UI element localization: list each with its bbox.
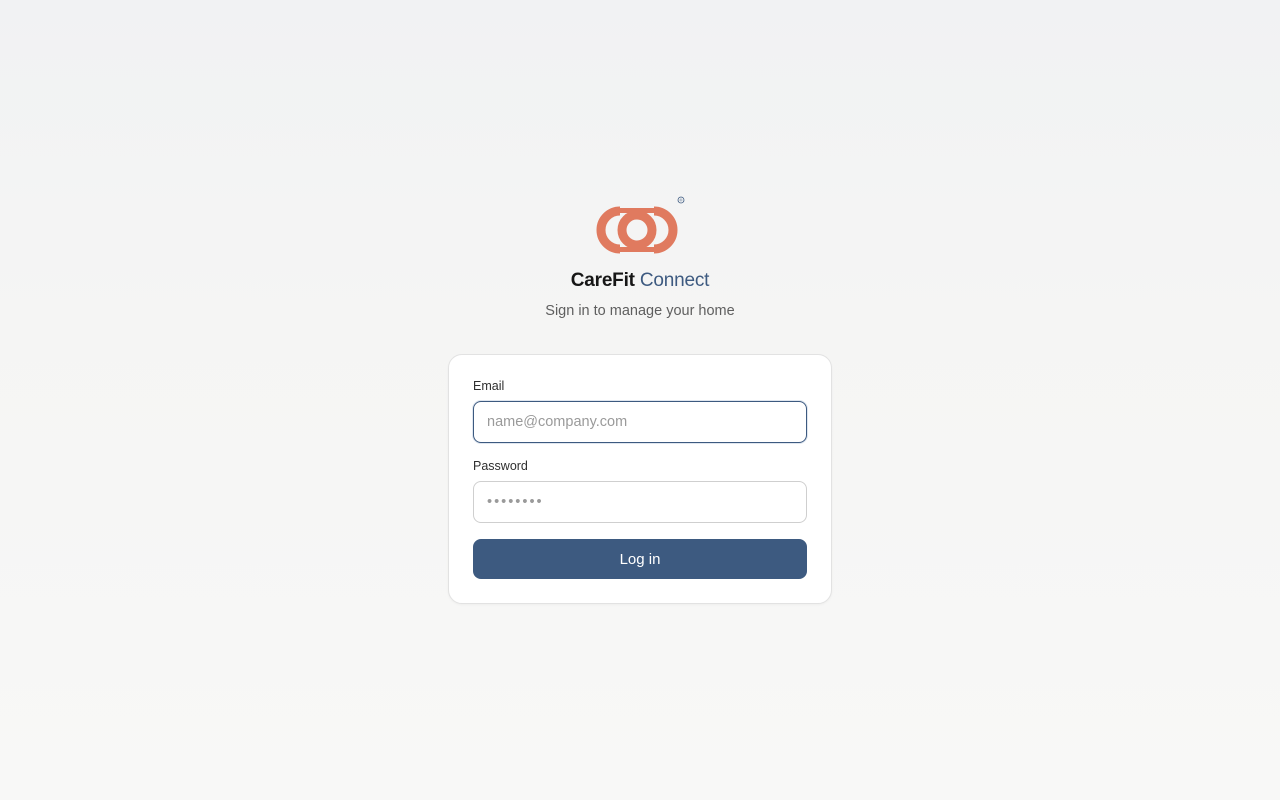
registered-mark: ® — [680, 198, 683, 203]
page-subtitle: Sign in to manage your home — [545, 303, 735, 319]
carefit-logo-icon: ® — [596, 196, 685, 254]
login-button[interactable]: Log in — [473, 539, 807, 579]
email-field[interactable] — [473, 401, 807, 443]
password-field[interactable] — [473, 481, 807, 523]
email-label: Email — [473, 379, 505, 393]
password-label: Password — [473, 459, 528, 473]
brand-name: CareFit Connect — [0, 270, 1280, 292]
brand-name-part2: Connect — [639, 270, 710, 291]
brand-name-part1: CareFit — [570, 270, 635, 291]
login-card: Email Password Log in — [448, 354, 832, 604]
brand-logo: ® — [594, 196, 688, 254]
